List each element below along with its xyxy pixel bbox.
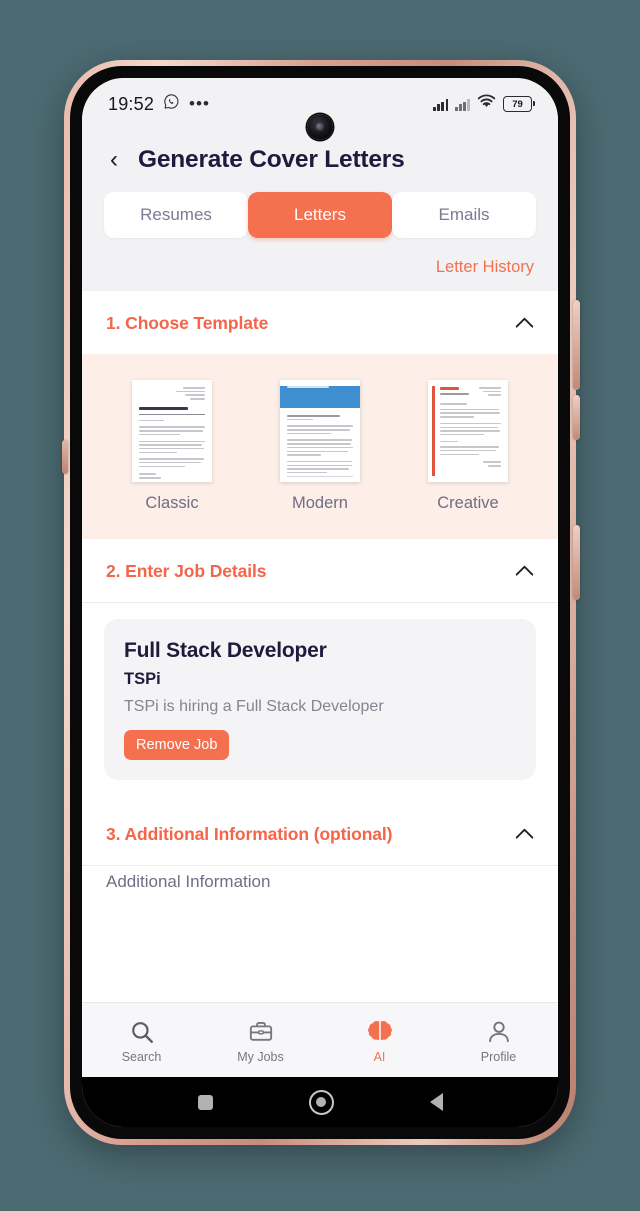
template-option-creative[interactable]: Creative [408,380,528,513]
template-picker: Classic Modern Creative [82,354,558,539]
signal-bars-no-sim-icon [455,98,470,111]
phone-screen: 19:52 ••• 79 ‹ Generate Cover Letters Re… [82,78,558,1127]
phone-frame: 19:52 ••• 79 ‹ Generate Cover Letters Re… [62,60,580,1145]
overflow-dots-icon: ••• [189,94,210,113]
bottom-navigation-bar: Search My Jobs AI Profile [82,1002,558,1077]
status-bar-right: 79 [433,78,535,130]
template-option-classic[interactable]: Classic [112,380,232,513]
person-icon [439,1017,558,1047]
nav-label-ai: AI [373,1049,386,1064]
android-navigation-bar [82,1077,558,1127]
section-title-job-details: 2. Enter Job Details [106,561,267,581]
page-title: Generate Cover Letters [138,146,405,173]
template-thumbnail-classic [132,380,212,482]
phone-bezel: 19:52 ••• 79 ‹ Generate Cover Letters Re… [70,66,570,1139]
section-header-job-details[interactable]: 2. Enter Job Details [82,539,558,602]
mode-tab-bar: Resumes Letters Emails [82,192,558,252]
history-bar: Letter History [82,252,558,291]
chevron-up-icon[interactable] [517,563,534,580]
nav-item-profile[interactable]: Profile [439,1017,558,1064]
volume-up-button[interactable] [573,300,580,390]
template-thumbnail-modern [280,380,360,482]
briefcase-icon [201,1017,320,1047]
job-description: TSPi is hiring a Full Stack Developer [124,698,384,715]
template-option-modern[interactable]: Modern [260,380,380,513]
template-thumbnail-creative [428,380,508,482]
job-title: Full Stack Developer [124,639,327,662]
left-side-button[interactable] [62,440,68,474]
template-label-creative: Creative [437,494,499,512]
chevron-up-icon[interactable] [517,315,534,332]
template-label-classic: Classic [145,494,199,512]
tab-letters[interactable]: Letters [248,192,392,238]
square-recents-icon[interactable] [197,1094,213,1110]
signal-bars-icon [433,98,449,111]
nav-label-profile: Profile [480,1049,517,1064]
job-company: TSPi [124,670,161,688]
front-camera-icon [307,114,333,140]
nav-label-search: Search [121,1049,162,1064]
chevron-up-icon[interactable] [517,826,534,843]
letter-history-link[interactable]: Letter History [436,258,534,277]
volume-down-button[interactable] [573,395,580,440]
tab-resumes[interactable]: Resumes [104,192,248,238]
tab-emails[interactable]: Emails [392,192,536,238]
template-label-modern: Modern [292,494,348,512]
back-button[interactable]: ‹ [106,146,122,174]
camera-lens-icon [316,123,324,131]
remove-job-button[interactable]: Remove Job [124,730,230,760]
battery-icon: 79 [503,96,535,112]
whatsapp-icon [163,93,180,115]
triangle-back-icon[interactable] [429,1093,443,1111]
additional-information-panel: Additional Information [82,866,558,902]
status-bar-left: 19:52 ••• [108,93,210,115]
additional-information-label: Additional Information [106,872,271,891]
battery-level: 79 [512,98,523,110]
nav-item-search[interactable]: Search [82,1017,201,1064]
job-card[interactable]: Full Stack Developer TSPi TSPi is hiring… [104,619,536,780]
section-header-choose-template[interactable]: 1. Choose Template [82,291,558,354]
nav-label-my-jobs: My Jobs [237,1049,284,1064]
power-button[interactable] [573,525,580,600]
section-title-choose-template: 1. Choose Template [106,313,269,333]
nav-item-ai[interactable]: AI [320,1017,439,1064]
nav-item-my-jobs[interactable]: My Jobs [201,1017,320,1064]
circle-home-icon[interactable] [308,1089,334,1115]
section-title-additional-information: 3. Additional Information (optional) [106,824,393,844]
job-details-panel: Full Stack Developer TSPi TSPi is hiring… [82,603,558,802]
brain-icon [320,1017,439,1047]
status-time: 19:52 [108,93,155,114]
wifi-icon [477,94,496,114]
search-icon [82,1017,201,1047]
section-header-additional-information[interactable]: 3. Additional Information (optional) [82,802,558,865]
